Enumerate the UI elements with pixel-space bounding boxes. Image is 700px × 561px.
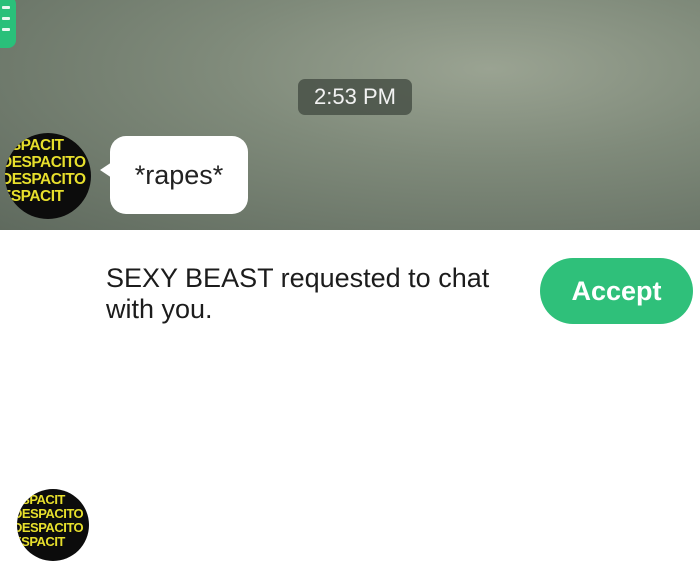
chat-request-bar: ESPACIT DESPACITO DESPACITO ESPACIT SEXY… xyxy=(0,230,700,561)
avatar-text-line: DESPACITO xyxy=(5,171,86,188)
avatar-text-line: ESPACIT xyxy=(17,534,65,549)
sender-avatar[interactable]: ESPACIT DESPACITO DESPACITO ESPACIT xyxy=(5,133,91,219)
message-bubble: *rapes* xyxy=(100,136,248,214)
avatar-text-line: ESPACIT xyxy=(17,492,65,507)
avatar-text-line: ESPACIT xyxy=(5,188,64,205)
hamburger-menu-icon[interactable] xyxy=(0,0,16,48)
avatar-text-line: DESPACITO xyxy=(5,154,86,171)
accept-button[interactable]: Accept xyxy=(540,258,693,324)
message-text: *rapes* xyxy=(134,159,224,190)
avatar-text-line: DESPACITO xyxy=(17,520,84,535)
chat-area: 2:53 PM ESPACIT DESPACITO DESPACITO ESPA… xyxy=(0,0,700,230)
message-timestamp: 2:53 PM xyxy=(298,79,412,115)
requester-avatar[interactable]: ESPACIT DESPACITO DESPACITO ESPACIT xyxy=(17,489,89,561)
avatar-text-line: DESPACITO xyxy=(17,506,84,521)
chat-request-text: SEXY BEAST requested to chat with you. xyxy=(106,263,490,324)
avatar-text-line: ESPACIT xyxy=(5,137,64,154)
